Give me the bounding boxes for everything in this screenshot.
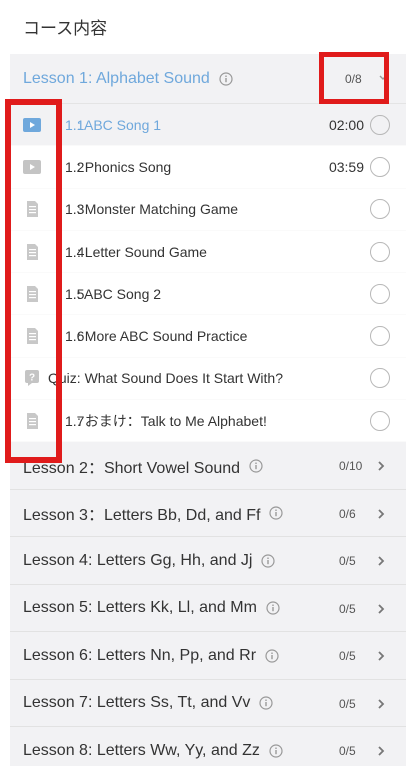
- completion-checkbox[interactable]: [370, 410, 390, 431]
- info-icon[interactable]: [269, 506, 284, 520]
- icon-column-highlight-box: [5, 99, 62, 463]
- chevron-right-icon[interactable]: [376, 459, 386, 473]
- lesson-header[interactable]: Lesson 5: Letters Kk, Ll, and Mm 0/5: [10, 584, 406, 633]
- item-duration: 02:00: [328, 116, 364, 133]
- completion-checkbox[interactable]: [370, 283, 390, 304]
- course-content-panel: Lesson 1: Alphabet Sound 0/8 1.1: ABC So…: [10, 54, 406, 766]
- lesson-progress-count: 0/5: [339, 554, 356, 569]
- lesson-header[interactable]: Lesson 3：Letters Bb, Dd, and Ff 0/6: [10, 489, 406, 538]
- info-icon[interactable]: [261, 554, 276, 568]
- lesson-progress-count: 0/5: [339, 744, 356, 759]
- item-label: : More ABC Sound Practice: [77, 328, 248, 345]
- lesson-title: Lesson 1: Alphabet Sound: [23, 69, 210, 87]
- completion-checkbox[interactable]: [370, 241, 390, 262]
- progress-highlight-box: [319, 52, 389, 104]
- item-duration: 03:59: [328, 158, 364, 175]
- completion-checkbox[interactable]: [370, 156, 390, 177]
- chevron-right-icon[interactable]: [376, 697, 386, 711]
- chevron-right-icon[interactable]: [376, 649, 386, 663]
- lesson-item[interactable]: ? Quiz: What Sound Does It Start With?: [10, 358, 406, 401]
- lesson-item[interactable]: 1.6: More ABC Sound Practice: [10, 315, 406, 358]
- info-icon[interactable]: [265, 649, 279, 663]
- lesson-header[interactable]: Lesson 2：Short Vowel Sound 0/10: [10, 442, 406, 490]
- info-icon[interactable]: [259, 696, 273, 710]
- info-icon[interactable]: [269, 744, 283, 758]
- lesson-item[interactable]: 1.7: おまけ：Talk to Me Alphabet!: [10, 400, 406, 443]
- item-label: : Letter Sound Game: [77, 243, 207, 260]
- lesson-title: Lesson 3：Letters Bb, Dd, and Ff: [23, 507, 261, 525]
- chevron-right-icon[interactable]: [376, 602, 386, 616]
- info-icon[interactable]: [266, 601, 280, 615]
- completion-checkbox[interactable]: [370, 199, 390, 220]
- item-label: : Monster Matching Game: [77, 201, 239, 218]
- lesson-item[interactable]: 1.1: ABC Song 1 02:00: [10, 104, 406, 147]
- lesson-title: Lesson 6: Letters Nn, Pp, and Rr: [23, 646, 257, 664]
- lesson-list: Lesson 2：Short Vowel Sound 0/10 Lesson 3：L…: [10, 442, 406, 766]
- lesson-header[interactable]: Lesson 7: Letters Ss, Tt, and Vv 0/5: [10, 679, 406, 728]
- lesson-header[interactable]: Lesson 4: Letters Gg, Hh, and Jj 0/5: [10, 537, 406, 585]
- item-label: : ABC Song 2: [77, 285, 162, 302]
- info-icon[interactable]: [219, 71, 233, 86]
- item-label: : Phonics Song: [77, 158, 172, 175]
- lesson-header[interactable]: Lesson 6: Letters Nn, Pp, and Rr 0/5: [10, 632, 406, 680]
- lesson-item[interactable]: 1.2: Phonics Song 03:59: [10, 146, 406, 189]
- chevron-right-icon[interactable]: [376, 554, 386, 568]
- lesson-item[interactable]: 1.3: Monster Matching Game: [10, 189, 406, 231]
- completion-checkbox[interactable]: [370, 368, 390, 389]
- lesson-1-items: 1.1: ABC Song 1 02:00 1.2: Phonics Song 03:…: [10, 104, 406, 443]
- chevron-right-icon[interactable]: [376, 744, 386, 758]
- lesson-item[interactable]: 1.4: Letter Sound Game: [10, 231, 406, 274]
- lesson-title: Lesson 4: Letters Gg, Hh, and Jj: [23, 551, 253, 569]
- item-label: : おまけ：Talk to Me Alphabet!: [77, 412, 267, 429]
- lesson-title: Lesson 8: Letters Ww, Yy, and Zz: [23, 741, 260, 759]
- lesson-progress-count: 0/10: [339, 459, 363, 474]
- item-label: : ABC Song 1: [77, 116, 162, 133]
- lesson-progress-count: 0/6: [339, 506, 356, 521]
- lesson-header[interactable]: Lesson 8: Letters Ww, Yy, and Zz 0/5: [10, 727, 406, 766]
- completion-checkbox[interactable]: [370, 114, 390, 135]
- item-label: Quiz: What Sound Does It Start With?: [48, 370, 283, 387]
- lesson-progress-count: 0/5: [339, 601, 356, 616]
- lesson-item[interactable]: 1.5: ABC Song 2: [10, 273, 406, 316]
- lesson-title: Lesson 5: Letters Kk, Ll, and Mm: [23, 599, 257, 617]
- completion-checkbox[interactable]: [370, 326, 390, 347]
- chevron-right-icon[interactable]: [376, 507, 386, 521]
- lesson-progress-count: 0/5: [339, 649, 356, 664]
- lesson-progress-count: 0/5: [339, 696, 356, 711]
- page-title: コース内容: [23, 19, 108, 38]
- info-icon[interactable]: [249, 459, 263, 473]
- lesson-title: Lesson 7: Letters Ss, Tt, and Vv: [23, 694, 251, 712]
